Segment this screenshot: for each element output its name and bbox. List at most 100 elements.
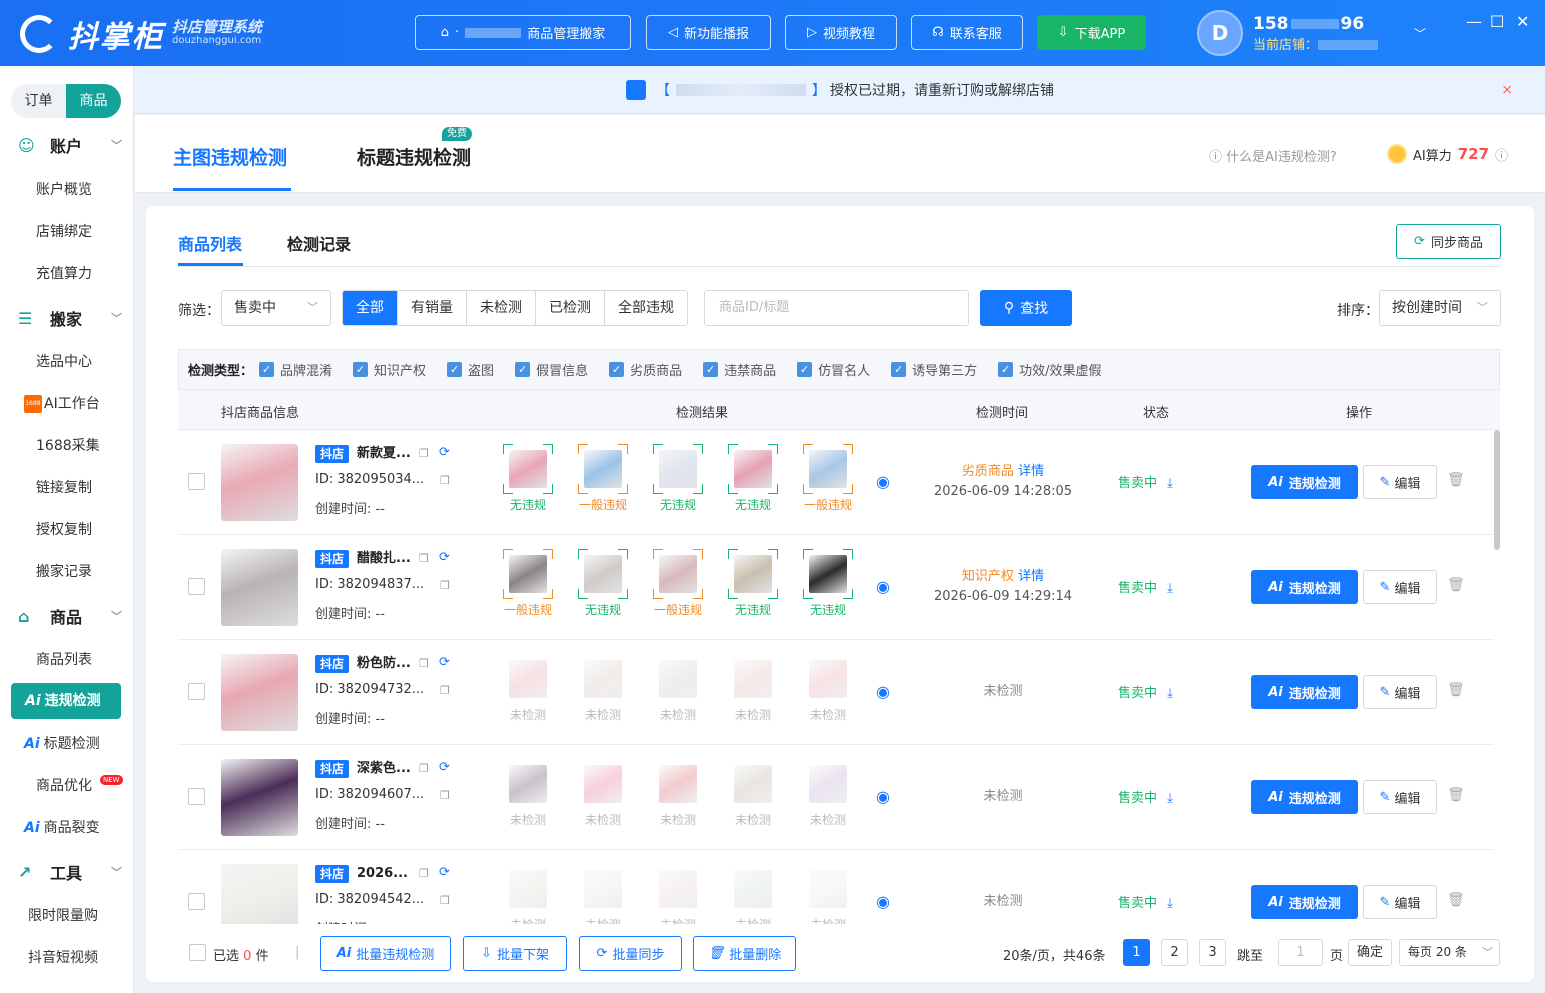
sidebar-item-selection[interactable]: 选品中心: [0, 347, 134, 377]
page-1[interactable]: 1: [1123, 939, 1150, 966]
segment-all-violations[interactable]: 全部违规: [605, 291, 687, 325]
switch-order[interactable]: 订单: [11, 84, 66, 118]
sidebar-item-store-bind[interactable]: 店铺绑定: [0, 217, 134, 247]
segment-has-sales[interactable]: 有销量: [398, 291, 467, 325]
result-thumbnail[interactable]: 一般违规: [578, 444, 628, 512]
sidebar-item-ai-workbench[interactable]: 1688 AI工作台: [0, 389, 134, 419]
type-checkbox-false-claims[interactable]: ✓ 功效/效果虚假: [998, 360, 1102, 379]
table-scrollbar[interactable]: [1494, 430, 1500, 550]
eye-icon[interactable]: ◉: [876, 472, 890, 491]
result-thumbnail[interactable]: 未检测: [728, 759, 778, 827]
segment-unchecked[interactable]: 未检测: [467, 291, 536, 325]
sidebar-item-link-copy[interactable]: 链接复制: [0, 473, 134, 503]
sort-select[interactable]: 按创建时间 ﹀: [1379, 290, 1501, 326]
violation-check-button[interactable]: Ai 违规检测: [1251, 675, 1358, 709]
sidebar-item-short-video[interactable]: 抖音短视频: [0, 943, 134, 973]
result-thumbnail[interactable]: 未检测: [803, 654, 853, 722]
result-thumbnail[interactable]: 无违规: [728, 444, 778, 512]
copy-icon[interactable]: ❐: [440, 894, 450, 907]
result-thumbnail[interactable]: 未检测: [728, 864, 778, 924]
chevron-down-icon[interactable]: ﹀: [1414, 25, 1426, 42]
sidebar-item-flash-sale[interactable]: 限时限量购: [0, 901, 134, 931]
segment-all[interactable]: 全部: [343, 291, 398, 325]
row-checkbox[interactable]: [188, 473, 205, 490]
tab-check-records[interactable]: 检测记录: [287, 231, 351, 255]
download-icon[interactable]: ⤓: [1167, 686, 1173, 701]
batch-delete-button[interactable]: 🗑 批量删除: [693, 936, 796, 971]
type-checkbox-third-party[interactable]: ✓ 诱导第三方: [891, 360, 977, 379]
result-thumbnail[interactable]: 无违规: [653, 444, 703, 512]
result-detail-link[interactable]: 详情: [1018, 464, 1044, 479]
row-checkbox[interactable]: [188, 578, 205, 595]
type-checkbox-inferior[interactable]: ✓ 劣质商品: [609, 360, 682, 379]
sidebar-item-account-overview[interactable]: 账户概览: [0, 175, 134, 205]
result-thumbnail[interactable]: 未检测: [578, 759, 628, 827]
jump-input[interactable]: 1: [1278, 939, 1323, 966]
per-page-select[interactable]: 每页 20 条 ﹀: [1399, 939, 1500, 966]
sidebar-item-auth-copy[interactable]: 授权复制: [0, 515, 134, 545]
result-detail-link[interactable]: 详情: [1018, 569, 1044, 584]
result-thumbnail[interactable]: 未检测: [503, 654, 553, 722]
tab-product-list[interactable]: 商品列表: [178, 231, 242, 255]
type-checkbox-brand[interactable]: ✓ 品牌混淆: [259, 360, 332, 379]
edit-button[interactable]: ✎ 编辑: [1363, 465, 1437, 499]
refresh-icon[interactable]: ⟳: [439, 760, 450, 775]
refresh-icon[interactable]: ⟳: [439, 550, 450, 565]
help-icon[interactable]: ⓘ: [1495, 145, 1508, 164]
result-thumbnail[interactable]: 无违规: [578, 549, 628, 617]
sidebar-group-product[interactable]: ⌂ 商品 ﹀: [0, 601, 134, 631]
switch-product[interactable]: 商品: [66, 84, 121, 118]
select-all-checkbox[interactable]: [189, 944, 206, 961]
result-thumbnail[interactable]: 未检测: [503, 759, 553, 827]
result-thumbnail[interactable]: 未检测: [578, 654, 628, 722]
nav-support-button[interactable]: ☊ 联系客服: [911, 15, 1023, 50]
find-button[interactable]: ⚲ 查找: [980, 290, 1072, 326]
user-info[interactable]: D 158 96 当前店铺： ﹀: [1197, 10, 1426, 56]
eye-icon[interactable]: ◉: [876, 682, 890, 701]
page-3[interactable]: 3: [1199, 939, 1226, 966]
close-icon[interactable]: ×: [1501, 82, 1513, 98]
copy-icon[interactable]: ❐: [440, 474, 450, 487]
confirm-button[interactable]: 确定: [1348, 939, 1392, 966]
sidebar-item-violation-check[interactable]: Ai 违规检测: [11, 683, 121, 719]
status-select[interactable]: 售卖中 ﹀: [221, 290, 331, 326]
sidebar-item-recharge[interactable]: 充值算力: [0, 259, 134, 289]
maximize-icon[interactable]: ☐: [1490, 12, 1504, 31]
sidebar-item-product-split[interactable]: Ai 商品裂变: [0, 813, 134, 843]
download-icon[interactable]: ⤓: [1167, 581, 1173, 596]
refresh-icon[interactable]: ⟳: [439, 445, 450, 460]
copy-icon[interactable]: ❐: [440, 579, 450, 592]
result-thumbnail[interactable]: 无违规: [803, 549, 853, 617]
nav-news-button[interactable]: ◁ 新功能播报: [646, 15, 771, 50]
sidebar-item-move-records[interactable]: 搬家记录: [0, 557, 134, 587]
nav-download-app-button[interactable]: ⇩ 下载APP: [1037, 15, 1146, 50]
trash-icon[interactable]: 🗑: [1447, 682, 1465, 698]
result-thumbnail[interactable]: 一般违规: [503, 549, 553, 617]
sidebar-item-1688[interactable]: 1688采集: [0, 431, 134, 461]
violation-check-button[interactable]: Ai 违规检测: [1251, 885, 1358, 919]
result-thumbnail[interactable]: 未检测: [803, 864, 853, 924]
trash-icon[interactable]: 🗑: [1447, 892, 1465, 908]
type-checkbox-ip[interactable]: ✓ 知识产权: [353, 360, 426, 379]
edit-button[interactable]: ✎ 编辑: [1363, 570, 1437, 604]
tab-image-violation[interactable]: 主图违规检测: [173, 143, 287, 170]
trash-icon[interactable]: 🗑: [1447, 787, 1465, 803]
violation-check-button[interactable]: Ai 违规检测: [1251, 465, 1358, 499]
tab-title-violation[interactable]: 标题违规检测: [357, 143, 471, 170]
copy-icon[interactable]: ❐: [419, 867, 429, 880]
type-checkbox-prohibited[interactable]: ✓ 违禁商品: [703, 360, 776, 379]
result-thumbnail[interactable]: 一般违规: [803, 444, 853, 512]
violation-check-button[interactable]: Ai 违规检测: [1251, 780, 1358, 814]
row-checkbox[interactable]: [188, 683, 205, 700]
sidebar-group-account[interactable]: ☺ 账户 ﹀: [0, 130, 134, 160]
sidebar-item-title-check[interactable]: Ai 标题检测: [0, 729, 134, 759]
page-2[interactable]: 2: [1161, 939, 1188, 966]
edit-button[interactable]: ✎ 编辑: [1363, 780, 1437, 814]
copy-icon[interactable]: ❐: [419, 762, 429, 775]
result-thumbnail[interactable]: 未检测: [503, 864, 553, 924]
sync-products-button[interactable]: ⟳ 同步商品: [1396, 224, 1501, 259]
nav-product-move-button[interactable]: ⌂ · 商品管理搬家: [415, 15, 631, 50]
trash-icon[interactable]: 🗑: [1447, 577, 1465, 593]
batch-delist-button[interactable]: ⇩ 批量下架: [463, 936, 567, 971]
row-checkbox[interactable]: [188, 788, 205, 805]
